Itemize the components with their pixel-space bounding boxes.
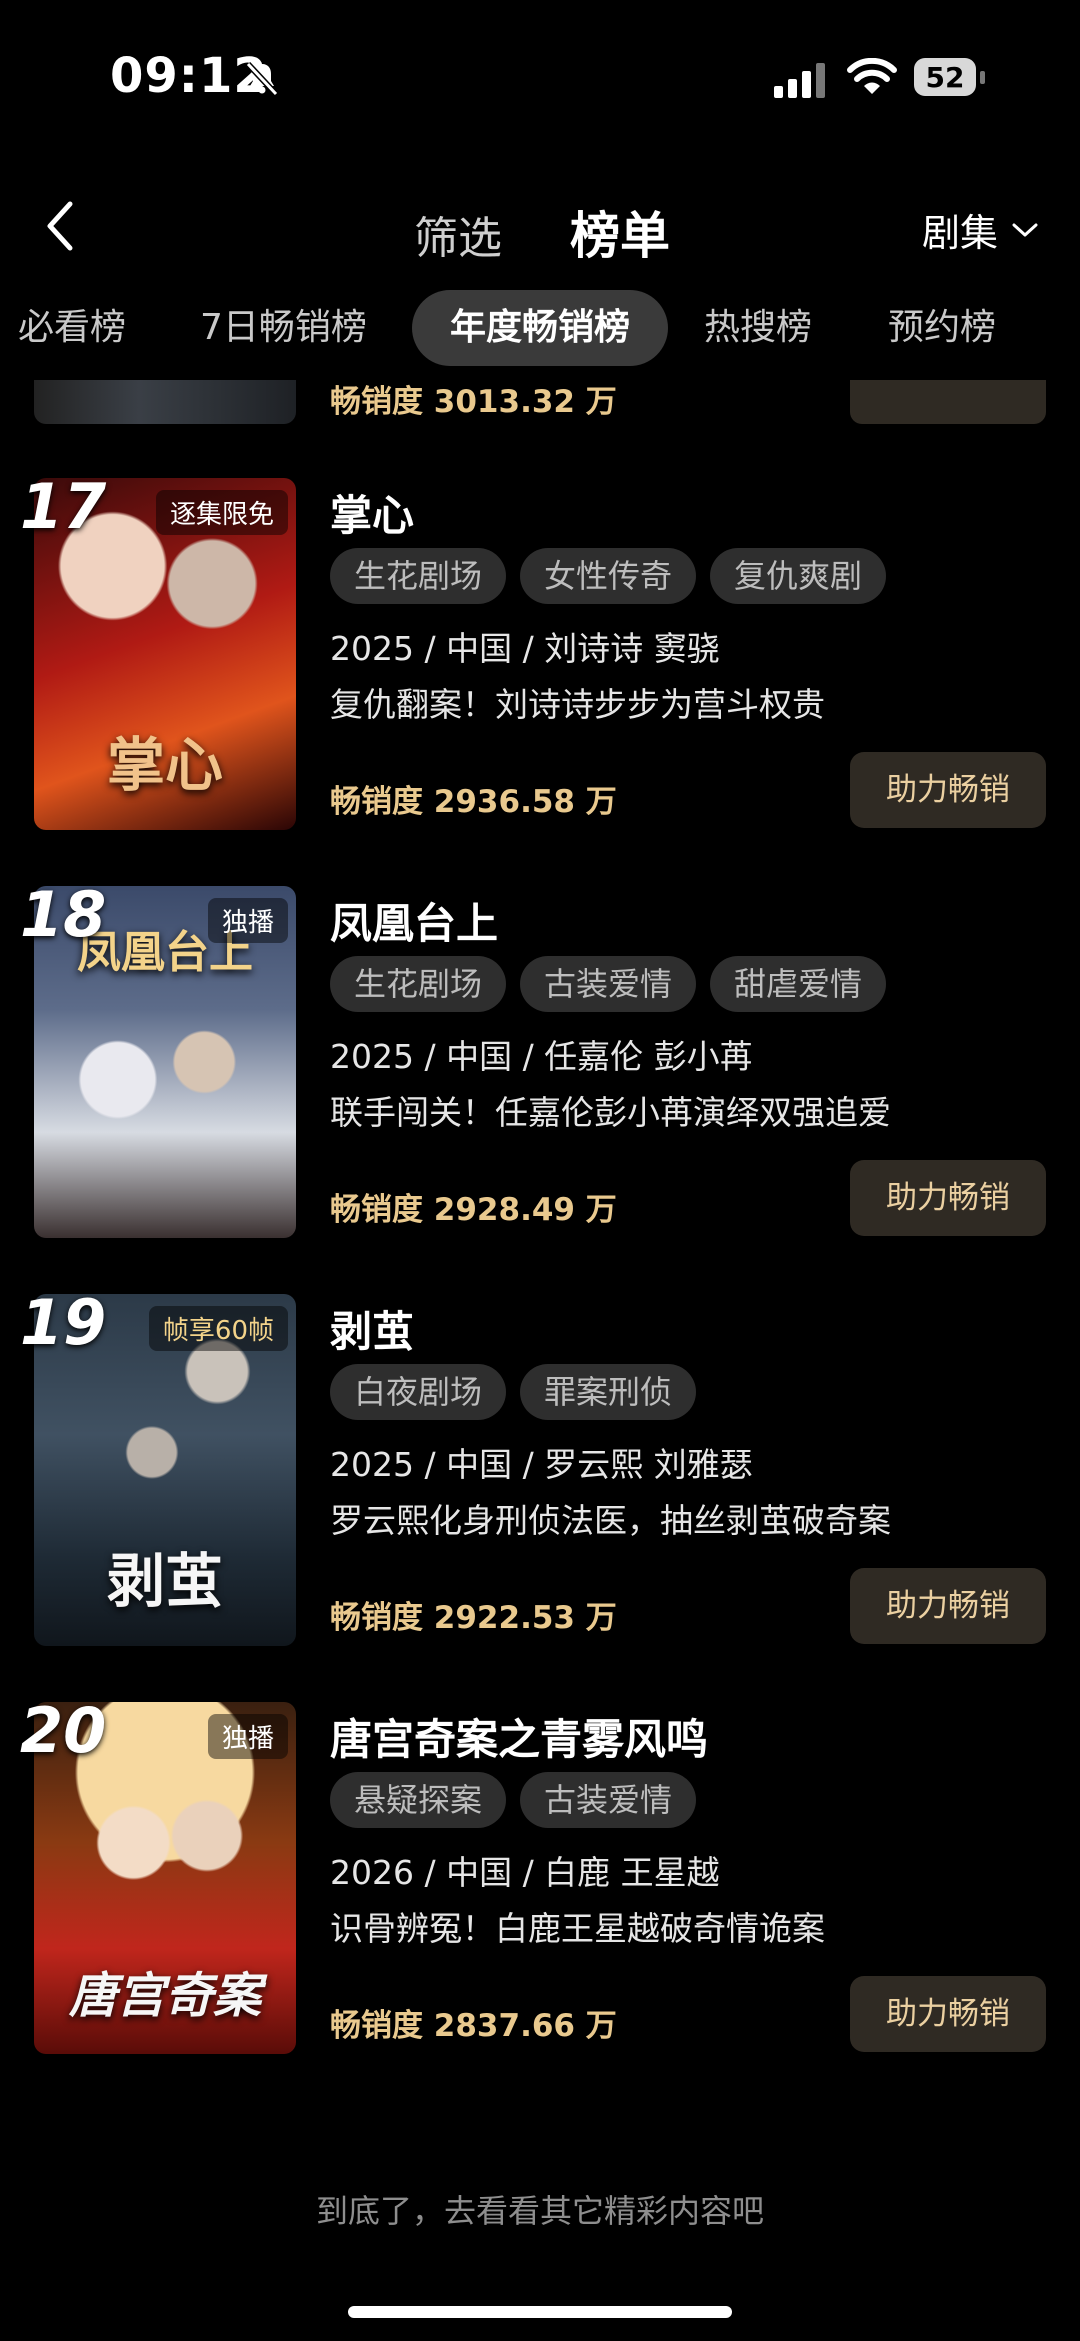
end-of-list-text: 到底了，去看看其它精彩内容吧 [315,2192,764,2230]
boost-button[interactable]: 助力畅销 [850,1160,1046,1236]
battery-level: 52 [914,58,976,96]
item-description: 罗云熙化身刑侦法医，抽丝剥茧破奇案 [330,1501,891,1540]
battery-tip [980,71,985,84]
list-item[interactable]: 唐宫奇案 独播 20 唐宫奇案之青雾风鸣 悬疑探案 古装爱情 2026 / 中国… [0,1694,1080,2062]
tab-7day-bestseller[interactable]: 7日畅销榜 [200,290,367,366]
item-meta: 2025 / 中国 / 刘诗诗 窦骁 [330,629,720,668]
top-nav: 筛选 榜单 剧集 [0,170,1080,280]
item-meta: 2025 / 中国 / 任嘉伦 彭小苒 [330,1037,753,1076]
tag-list: 白夜剧场 罪案刑侦 [330,1364,697,1420]
tag-list: 生花剧场 女性传奇 复仇爽剧 [330,548,887,604]
boost-button[interactable]: 助力畅销 [850,1568,1046,1644]
item-description: 复仇翻案！刘诗诗步步为营斗权贵 [330,685,825,724]
ranking-tabs: 必看榜 7日畅销榜 年度畅销榜 热搜榜 预约榜 [0,290,1080,370]
list-item-partial: 畅销度 3013.32 万 [0,380,1080,440]
item-meta: 2025 / 中国 / 罗云熙 刘雅瑟 [330,1445,753,1484]
tag-list: 悬疑探案 古装爱情 [330,1772,697,1828]
tag[interactable]: 古装爱情 [520,956,697,1012]
tag[interactable]: 女性传奇 [520,548,697,604]
tag[interactable]: 罪案刑侦 [520,1364,697,1420]
poster-partial[interactable] [34,380,296,424]
sales-value: 畅销度 2837.66 万 [330,2008,617,2044]
tag[interactable]: 生花剧场 [330,548,507,604]
boost-button[interactable]: 助力畅销 [850,1976,1046,2052]
poster-badge: 帧享60帧 [148,1306,288,1351]
home-indicator[interactable] [348,2306,732,2318]
item-meta: 2026 / 中国 / 白鹿 王星越 [330,1853,720,1892]
tag-list: 生花剧场 古装爱情 甜虐爱情 [330,956,887,1012]
chevron-down-icon [1012,223,1038,236]
poster-title: 唐宫奇案 [68,1968,261,2024]
rank-number: 18 [20,878,107,951]
tag[interactable]: 悬疑探案 [330,1772,507,1828]
list-item[interactable]: 掌心 逐集限免 17 掌心 生花剧场 女性传奇 复仇爽剧 2025 / 中国 /… [0,470,1080,838]
tab-reservation[interactable]: 预约榜 [888,290,996,366]
sales-value: 畅销度 2936.58 万 [330,784,617,820]
tag[interactable]: 生花剧场 [330,956,507,1012]
item-description: 识骨辨冤！白鹿王星越破奇情诡案 [330,1909,825,1948]
poster-badge: 逐集限免 [155,490,288,535]
poster-badge: 独播 [207,898,288,943]
category-dropdown-label: 剧集 [922,211,999,255]
item-title[interactable]: 剥茧 [330,1298,414,1359]
bell-slash-icon [245,61,279,97]
poster-title: 剥茧 [106,1547,223,1615]
item-description: 联手闯关！任嘉伦彭小苒演绎双强追爱 [330,1093,891,1132]
list-item[interactable]: 凤凰台上 独播 18 凤凰台上 生花剧场 古装爱情 甜虐爱情 2025 / 中国… [0,878,1080,1246]
item-title[interactable]: 掌心 [330,482,414,543]
rank-number: 19 [20,1286,107,1359]
tag[interactable]: 古装爱情 [520,1772,697,1828]
cellular-signal-icon [774,63,825,98]
list-item[interactable]: 剥茧 帧享60帧 19 剥茧 白夜剧场 罪案刑侦 2025 / 中国 / 罗云熙… [0,1286,1080,1654]
boost-button-partial[interactable] [850,380,1046,424]
item-title[interactable]: 唐宫奇案之青雾风鸣 [330,1706,708,1767]
category-dropdown[interactable]: 剧集 [922,202,1040,257]
rank-number: 17 [20,470,107,543]
sales-value: 畅销度 3013.32 万 [330,384,617,420]
poster-title: 掌心 [106,731,223,799]
sales-value: 畅销度 2922.53 万 [330,1600,617,1636]
battery-indicator: 52 [914,58,986,98]
tab-must-watch[interactable]: 必看榜 [18,290,126,366]
tab-annual-bestseller[interactable]: 年度畅销榜 [412,290,669,366]
tag[interactable]: 白夜剧场 [330,1364,507,1420]
sales-value: 畅销度 2928.49 万 [330,1192,617,1228]
wifi-icon [847,58,897,94]
rank-number: 20 [20,1694,107,1767]
tag[interactable]: 复仇爽剧 [710,548,887,604]
ranking-tab[interactable]: 榜单 [570,196,670,268]
tab-hot-search[interactable]: 热搜榜 [704,290,812,366]
ranking-list: 畅销度 3013.32 万 掌心 逐集限免 17 掌心 生花剧场 女性传奇 复仇… [0,380,1080,2080]
boost-button[interactable]: 助力畅销 [850,752,1046,828]
filter-tab[interactable]: 筛选 [414,202,502,266]
tag[interactable]: 甜虐爱情 [710,956,887,1012]
back-chevron-icon[interactable] [40,198,80,254]
item-title[interactable]: 凤凰台上 [330,890,498,951]
poster-badge: 独播 [207,1714,288,1759]
status-bar: 09:12 52 [0,0,1080,150]
